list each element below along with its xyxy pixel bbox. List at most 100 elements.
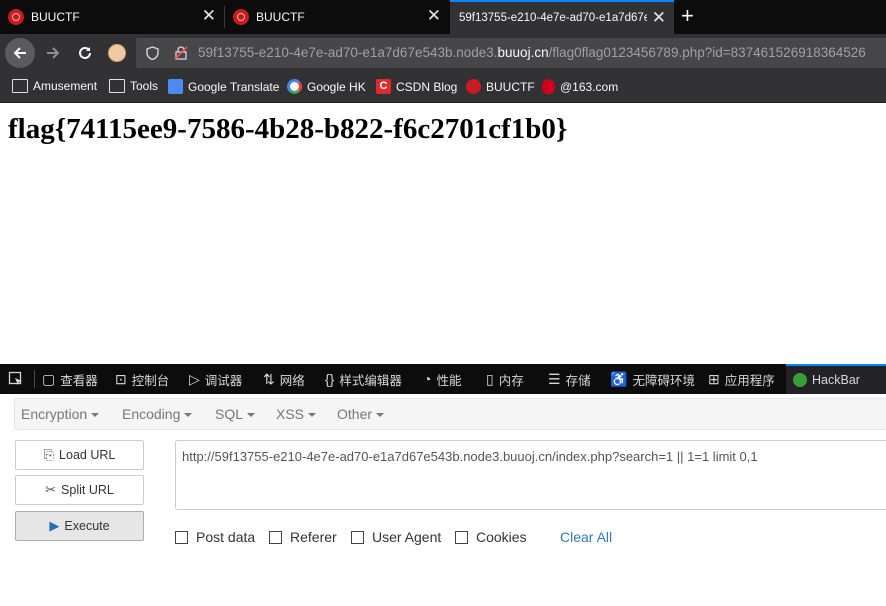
devtools-tab-label: 控制台 — [131, 373, 170, 388]
url-bar[interactable]: 59f13755-e210-4e7e-ad70-e1a7d67e543b.nod… — [136, 38, 886, 68]
button-label: Split URL — [61, 483, 114, 497]
style-editor-icon: {} — [325, 371, 335, 387]
load-url-button[interactable]: ⎘ Load URL — [15, 440, 144, 470]
cookies-checkbox[interactable]: Cookies — [455, 529, 527, 545]
bookmark-google-hk[interactable]: Google HK — [287, 79, 366, 94]
tab-active-flag[interactable]: 59f13755-e210-4e7e-ad70-e1a7d67e ✕ — [450, 0, 674, 34]
close-icon[interactable]: ✕ — [652, 9, 666, 27]
bookmark-amusement[interactable]: Amusement — [12, 79, 97, 93]
close-icon[interactable]: ✕ — [427, 7, 441, 25]
accessibility-icon: ♿ — [610, 370, 628, 387]
tab-buuctf-1[interactable]: BUUCTF ✕ — [0, 0, 224, 34]
button-label: Execute — [64, 519, 110, 533]
menu-sql[interactable]: SQL — [215, 406, 256, 422]
tab-buuctf-2[interactable]: BUUCTF ✕ — [225, 0, 449, 34]
devtools-tab-label: 无障碍环境 — [632, 373, 695, 388]
flag-heading: flag{74115ee9-7586-4b28-b822-f6c2701cf1b… — [8, 113, 568, 145]
back-arrow-icon — [13, 47, 26, 59]
tab-title: BUUCTF — [256, 10, 305, 24]
new-tab-button[interactable]: + — [681, 4, 694, 28]
devtools-tab-accessibility[interactable]: ♿ 无障碍环境 — [610, 364, 695, 394]
bookmark-tools[interactable]: Tools — [109, 79, 158, 93]
devtools-tab-label: 调试器 — [204, 373, 243, 388]
performance-icon: ◔ — [423, 371, 432, 387]
element-picker-button[interactable] — [8, 364, 24, 394]
devtools-tab-debugger[interactable]: ▷ 调试器 — [189, 364, 242, 394]
devtools-tab-inspector[interactable]: ▢ 查看器 — [42, 364, 98, 394]
reload-button[interactable] — [70, 38, 100, 68]
google-icon — [287, 79, 302, 94]
load-url-icon: ⎘ — [43, 447, 55, 462]
devtools-toolbar: ▢ 查看器 ⊡ 控制台 ▷ 调试器 ⇅ 网络 {} 样式编辑器 ◔ 性能 ▯ 内存 ☰ 存储 ♿… — [0, 364, 886, 394]
bookmark-buuctf[interactable]: BUUCTF — [466, 79, 535, 94]
devtools-tab-label: 内存 — [498, 373, 524, 388]
bookmark-google-translate[interactable]: Google Translate — [168, 79, 279, 94]
devtools-tab-performance[interactable]: ◔ 性能 — [423, 364, 461, 394]
bookmarks-toolbar: Amusement Tools Google Translate Google … — [0, 72, 886, 103]
user-agent-checkbox[interactable]: User Agent — [351, 529, 441, 545]
hackbar-panel: Encryption Encoding SQL XSS Other ⎘ Load… — [0, 394, 886, 606]
checkbox-box[interactable] — [455, 530, 468, 544]
scissors-icon: ✂ — [45, 482, 57, 497]
execute-button[interactable]: ▶ Execute — [15, 511, 144, 541]
caret-down-icon — [308, 413, 317, 418]
devtools-tab-network[interactable]: ⇅ 网络 — [263, 364, 305, 394]
navigation-toolbar: 59f13755-e210-4e7e-ad70-e1a7d67e543b.nod… — [0, 34, 886, 72]
profile-avatar[interactable] — [102, 38, 132, 68]
menu-label: Encoding — [122, 406, 181, 422]
inspector-icon: ▢ — [42, 370, 56, 387]
buuctf-icon — [233, 9, 249, 25]
forward-arrow-icon — [47, 47, 60, 59]
bookmark-label: @163.com — [560, 79, 619, 94]
url-textarea[interactable]: http://59f13755-e210-4e7e-ad70-e1a7d67e5… — [175, 440, 886, 510]
bookmark-label: BUUCTF — [486, 79, 535, 94]
post-data-checkbox[interactable]: Post data — [175, 529, 255, 545]
bookmark-label: Tools — [130, 79, 159, 93]
devtools-tab-storage[interactable]: ☰ 存储 — [548, 364, 591, 394]
devtools-tab-console[interactable]: ⊡ 控制台 — [115, 364, 169, 394]
bookmark-label: Google HK — [307, 79, 366, 94]
button-label: Load URL — [59, 448, 116, 462]
devtools-tab-memory[interactable]: ▯ 内存 — [486, 364, 524, 394]
menu-xss[interactable]: XSS — [276, 406, 317, 422]
devtools-tab-hackbar[interactable]: HackBar — [786, 364, 886, 394]
checkbox-box[interactable] — [269, 530, 282, 544]
close-icon[interactable]: ✕ — [202, 7, 216, 25]
caret-down-icon — [247, 413, 256, 418]
bookmark-csdn-blog[interactable]: C CSDN Blog — [376, 79, 457, 94]
devtools-tab-label: HackBar — [812, 373, 860, 387]
play-icon: ▶ — [49, 518, 60, 533]
csdn-icon: C — [376, 79, 391, 94]
url-text[interactable]: 59f13755-e210-4e7e-ad70-e1a7d67e543b.nod… — [198, 45, 866, 60]
menu-encryption[interactable]: Encryption — [21, 406, 100, 422]
checkbox-label: Post data — [196, 529, 256, 545]
split-url-button[interactable]: ✂ Split URL — [15, 475, 144, 505]
forward-button[interactable] — [38, 38, 68, 68]
buuctf-icon — [8, 9, 24, 25]
netease-icon — [542, 79, 555, 94]
bookmark-label: Amusement — [33, 79, 98, 93]
devtools-tab-label: 样式编辑器 — [339, 373, 402, 388]
caret-down-icon — [376, 413, 385, 418]
avatar-icon — [108, 44, 126, 62]
url-prefix: 59f13755-e210-4e7e-ad70-e1a7d67e543b.nod… — [198, 45, 498, 60]
menu-other[interactable]: Other — [337, 406, 385, 422]
checkbox-label: User Agent — [372, 529, 442, 545]
checkbox-box[interactable] — [175, 530, 188, 544]
checkbox-box[interactable] — [351, 530, 364, 544]
clear-all-link[interactable]: Clear All — [560, 529, 612, 545]
page-content: flag{74115ee9-7586-4b28-b822-f6c2701cf1b… — [0, 103, 886, 363]
folder-icon — [12, 79, 28, 93]
application-icon: ⊞ — [708, 370, 720, 387]
debugger-icon: ▷ — [189, 370, 200, 387]
devtools-tab-label: 性能 — [436, 373, 462, 388]
menu-label: XSS — [276, 406, 305, 422]
bookmark-163[interactable]: @163.com — [542, 79, 618, 94]
back-button[interactable] — [5, 38, 35, 68]
devtools-tab-application[interactable]: ⊞ 应用程序 — [708, 364, 775, 394]
console-icon: ⊡ — [115, 370, 127, 387]
menu-encoding[interactable]: Encoding — [122, 406, 193, 422]
google-translate-icon — [168, 79, 183, 94]
referer-checkbox[interactable]: Referer — [269, 529, 337, 545]
devtools-tab-style-editor[interactable]: {} 样式编辑器 — [325, 364, 402, 394]
